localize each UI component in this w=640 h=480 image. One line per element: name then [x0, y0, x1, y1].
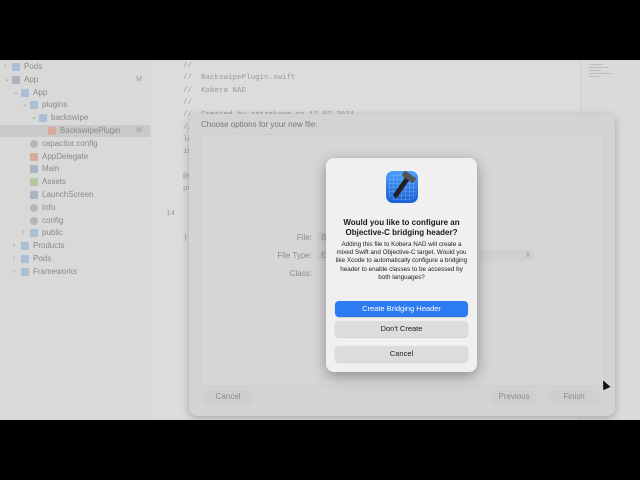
xcode-project-icon	[12, 75, 20, 84]
navigator-item[interactable]: › public	[0, 227, 150, 239]
storyboard-icon	[30, 165, 38, 174]
xcode-app-icon	[386, 170, 418, 203]
config-file-icon	[30, 216, 38, 225]
navigator-item[interactable]: Main	[0, 163, 150, 175]
navigator-item-label: App	[33, 87, 48, 97]
file-type-popup-end[interactable]: ⇕	[478, 250, 534, 261]
navigator-item[interactable]: LaunchScreen	[0, 189, 150, 201]
navigator-item[interactable]: Assets	[0, 176, 150, 188]
navigator-item[interactable]: › Pods	[0, 253, 150, 265]
navigator-item-label: BackswipePlugin	[60, 126, 121, 135]
chevron-updown-icon: ⇕	[525, 252, 531, 259]
scm-status-badge: M	[136, 75, 142, 83]
folder-icon	[12, 63, 20, 71]
swift-file-icon	[48, 127, 56, 135]
navigator-item-label: Pods	[33, 254, 52, 263]
code-line[interactable]: //	[183, 99, 192, 107]
file-label: File:	[296, 233, 312, 242]
navigator-item-label: backswipe	[51, 113, 89, 123]
code-line[interactable]: // BackswipePlugin.swift	[183, 74, 296, 82]
navigator-item-label: capacitor.config	[42, 138, 98, 148]
create-bridging-header-button[interactable]: Create Bridging Header	[335, 301, 468, 317]
scm-status-badge: M	[136, 127, 142, 134]
sheet-title: Choose options for your new file:	[201, 120, 318, 129]
file-type-label: File Type:	[277, 251, 312, 260]
navigator-item-label: Frameworks	[33, 266, 78, 276]
swift-file-icon	[30, 152, 38, 161]
folder-icon	[30, 101, 38, 110]
folder-icon	[30, 229, 38, 238]
navigator-item-label: config	[42, 215, 64, 225]
folder-icon	[21, 267, 29, 276]
code-line[interactable]: }	[183, 234, 188, 242]
navigator-item[interactable]: BackswipePlugin M	[0, 125, 150, 137]
disclosure-chevron-icon[interactable]: ⌄	[31, 112, 37, 124]
plist-icon	[30, 203, 38, 212]
disclosure-chevron-icon[interactable]: ⌄	[4, 74, 10, 86]
disclosure-chevron-icon[interactable]: ›	[13, 240, 15, 252]
previous-button[interactable]: Previous	[491, 390, 537, 404]
navigator-item[interactable]: AppDelegate	[0, 151, 150, 163]
assets-icon	[30, 178, 38, 187]
dont-create-button[interactable]: Don't Create	[335, 321, 468, 337]
navigator-item-label: plugins	[42, 100, 68, 110]
navigator-item[interactable]: › Pods	[0, 61, 150, 73]
folder-icon	[21, 255, 29, 263]
folder-icon	[21, 88, 29, 97]
project-navigator: › Pods ⌄ App M ⌄ App ⌄ plugins ⌄ backswipe Backswip…	[0, 60, 153, 420]
disclosure-chevron-icon[interactable]: ›	[13, 253, 15, 265]
cancel-button[interactable]: Cancel	[203, 390, 253, 404]
line-number: 14	[165, 209, 175, 218]
navigator-item-label: Info	[42, 202, 56, 212]
class-label: Class:	[289, 269, 312, 278]
navigator-item-label: AppDelegate	[42, 151, 89, 161]
disclosure-chevron-icon[interactable]: ›	[22, 227, 24, 239]
navigator-item-label: Pods	[24, 62, 43, 71]
disclosure-chevron-icon[interactable]: ›	[4, 61, 6, 73]
alert-title: Would you like to configure an Objective…	[343, 218, 460, 237]
navigator-item-label: public	[42, 228, 63, 238]
bridging-header-alert: Would you like to configure an Objective…	[326, 158, 477, 372]
code-line[interactable]: //	[183, 62, 192, 70]
disclosure-chevron-icon[interactable]: ⌄	[13, 87, 19, 99]
navigator-item-label: Main	[42, 164, 60, 174]
navigator-item-label: Assets	[42, 177, 67, 187]
navigator-item-label: LaunchScreen	[42, 190, 94, 199]
navigator-item[interactable]: Info	[0, 202, 150, 214]
config-file-icon	[30, 139, 38, 148]
folder-icon	[21, 242, 29, 251]
navigator-item[interactable]: ⌄ backswipe	[0, 112, 150, 124]
disclosure-chevron-icon[interactable]: ›	[13, 266, 15, 278]
navigator-item[interactable]: ⌄ App	[0, 87, 150, 99]
navigator-item-label: Products	[33, 241, 65, 251]
navigator-item-label: App	[24, 74, 39, 84]
navigator-item[interactable]: ⌄ App M	[0, 74, 150, 86]
navigator-item[interactable]: ⌄ plugins	[0, 99, 150, 111]
disclosure-chevron-icon[interactable]: ⌄	[22, 99, 28, 111]
storyboard-icon	[30, 191, 38, 199]
navigator-item[interactable]: › Frameworks	[0, 266, 150, 278]
alert-message: Adding this file to Kobera NAD will crea…	[335, 241, 468, 281]
alert-cancel-button[interactable]: Cancel	[335, 346, 468, 362]
code-line[interactable]: // Kobera NAD	[183, 87, 246, 95]
navigator-item[interactable]: › Products	[0, 240, 150, 252]
navigator-item[interactable]: config	[0, 215, 150, 227]
finish-button[interactable]: Finish	[549, 390, 599, 404]
navigator-item[interactable]: capacitor.config	[0, 138, 150, 150]
folder-icon	[39, 114, 47, 123]
